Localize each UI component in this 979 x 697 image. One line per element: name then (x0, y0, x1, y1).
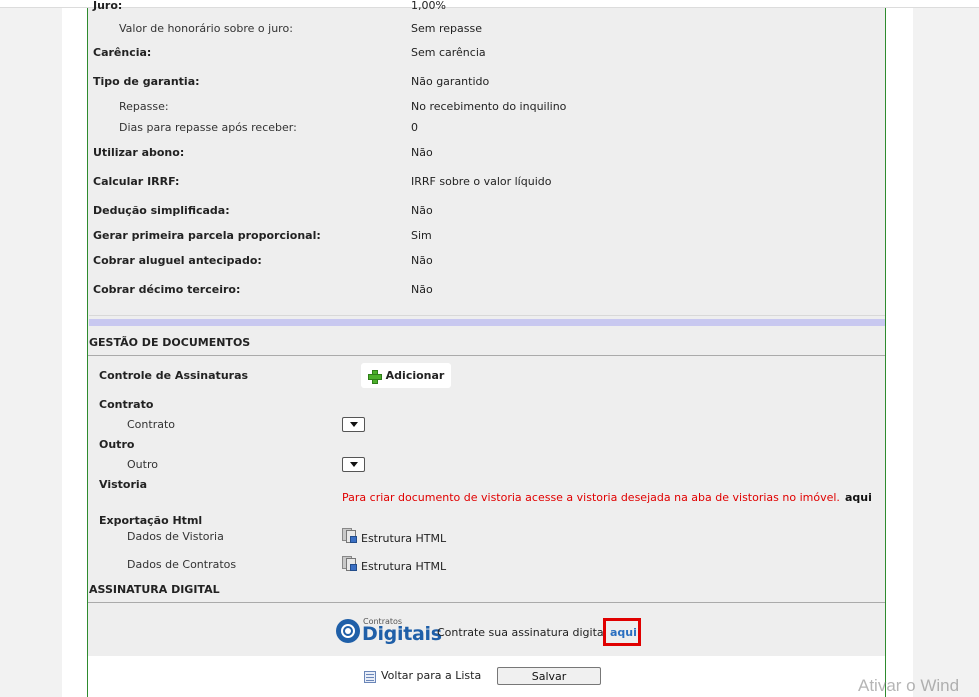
add-button[interactable]: Adicionar (361, 363, 451, 388)
decimo-terceiro-label: Cobrar décimo terceiro: (93, 283, 241, 296)
vistoria-link[interactable]: aqui (845, 491, 872, 504)
tipo-garantia-value: Não garantido (411, 75, 490, 88)
irrf-label: Calcular IRRF: (93, 175, 180, 188)
highlight-box (603, 618, 641, 646)
vistoria-group-label: Vistoria (99, 478, 148, 491)
dias-repasse-label: Dias para repasse após receber: (119, 121, 297, 134)
decimo-terceiro-value: Não (411, 283, 433, 296)
exportacao-group-label: Exportação Html (99, 514, 203, 527)
primeira-parcela-label: Gerar primeira parcela proporcional: (93, 229, 321, 242)
dados-contratos-label: Dados de Contratos (127, 558, 237, 571)
divider (89, 315, 885, 316)
assinatura-text: Contrate sua assinatura digita (437, 626, 604, 639)
dias-repasse-value: 0 (411, 121, 418, 134)
repasse-label: Repasse: (119, 100, 169, 113)
save-button[interactable]: Salvar (497, 667, 601, 685)
outro-group-label: Outro (99, 438, 135, 451)
controle-assinaturas-label: Controle de Assinaturas (99, 369, 249, 382)
carencia-value: Sem carência (411, 46, 486, 59)
vistoria-message: Para criar documento de vistoria acesse … (342, 491, 840, 504)
dados-vistoria-label: Dados de Vistoria (127, 530, 224, 543)
honorario-juro-value: Sem repasse (411, 22, 482, 35)
back-to-list-link[interactable]: Voltar para a Lista (381, 669, 481, 682)
gestao-title-underline (88, 355, 885, 356)
html-document-icon[interactable] (342, 528, 358, 544)
contratos-digitais-logo-icon (336, 619, 360, 643)
assinatura-section-title: ASSINATURA DIGITAL (89, 583, 220, 596)
contrato-select[interactable] (342, 417, 365, 432)
juro-value: 1,00% (411, 0, 446, 12)
assinatura-title-underline (88, 602, 885, 603)
repasse-value: No recebimento do inquilino (411, 100, 567, 113)
html-document-icon[interactable] (342, 556, 358, 572)
honorario-juro-label: Valor de honorário sobre o juro: (119, 22, 293, 35)
carencia-label: Carência: (93, 46, 152, 59)
list-icon[interactable] (364, 671, 376, 683)
chevron-down-icon (349, 462, 358, 467)
section-separator (89, 319, 885, 326)
deducao-value: Não (411, 204, 433, 217)
abono-value: Não (411, 146, 433, 159)
add-button-label: Adicionar (385, 369, 445, 382)
gestao-section-title: GESTÃO DE DOCUMENTOS (89, 336, 251, 349)
irrf-value: IRRF sobre o valor líquido (411, 175, 552, 188)
juro-label: Juro: (93, 0, 123, 12)
contrato-group-label: Contrato (99, 398, 154, 411)
outro-select[interactable] (342, 457, 365, 472)
deducao-label: Dedução simplificada: (93, 204, 230, 217)
estrutura-html-contratos-link[interactable]: Estrutura HTML (361, 560, 446, 573)
aluguel-antecipado-value: Não (411, 254, 433, 267)
outro-item-label: Outro (127, 458, 158, 471)
contrato-item-label: Contrato (127, 418, 176, 431)
abono-label: Utilizar abono: (93, 146, 185, 159)
footer-bar (88, 656, 885, 697)
windows-activation-watermark: Ativar o Wind (858, 676, 960, 695)
plus-icon (367, 369, 382, 384)
top-browser-edge (0, 0, 979, 8)
aluguel-antecipado-label: Cobrar aluguel antecipado: (93, 254, 262, 267)
logo-big-text: Digitais (362, 623, 442, 645)
estrutura-html-vistoria-link[interactable]: Estrutura HTML (361, 532, 446, 545)
primeira-parcela-value: Sim (411, 229, 432, 242)
tipo-garantia-label: Tipo de garantia: (93, 75, 200, 88)
chevron-down-icon (349, 422, 358, 427)
